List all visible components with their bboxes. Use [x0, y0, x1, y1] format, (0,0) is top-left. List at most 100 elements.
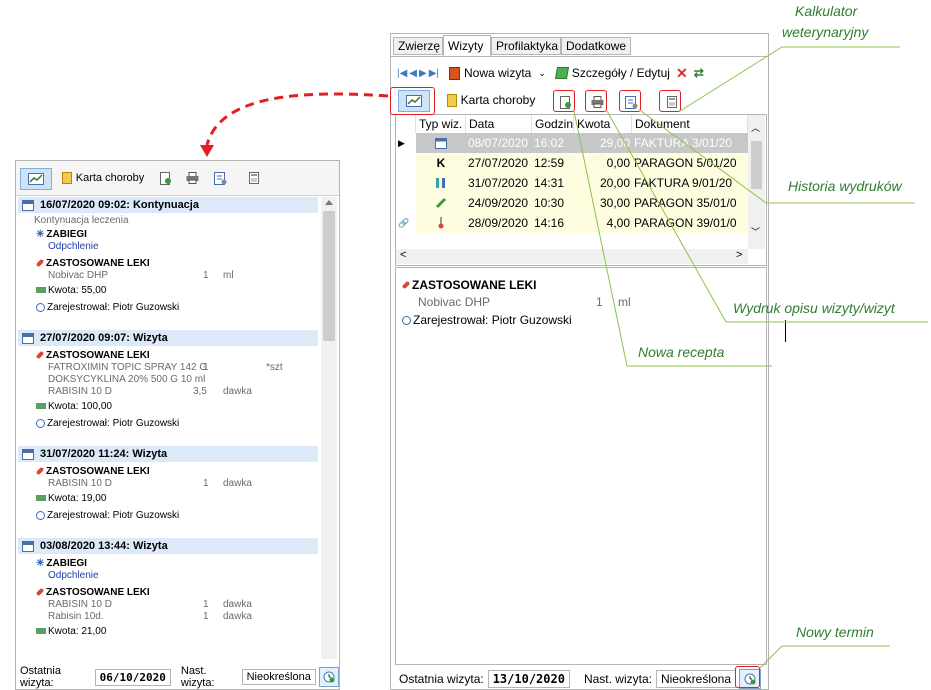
visit-header-label: 03/08/2020 13:44: Wizyta — [40, 540, 168, 552]
money-icon — [36, 495, 46, 502]
tab-profilaktyka[interactable]: Profilaktyka — [491, 37, 561, 55]
scroll-down-icon[interactable]: ﹀ — [751, 225, 760, 238]
grid-scroll-thumb[interactable] — [751, 141, 762, 189]
new-visit-dropdown-icon[interactable]: ⌄ — [538, 68, 546, 79]
calendar-icon — [22, 199, 34, 211]
scroll-left-icon[interactable]: < — [400, 249, 406, 261]
tab-zwierzę[interactable]: Zwierzę — [393, 37, 443, 55]
drug-row: RABISIN 10 D 3,5 dawka — [48, 386, 308, 398]
drug-name: Rabisin 10d. — [48, 611, 104, 622]
table-row[interactable]: 31/07/2020 14:31 20,00 FAKTURA 9/01/20 — [396, 173, 748, 193]
next-visit-combo[interactable]: Nieokreślona — [241, 669, 316, 685]
visit-history-scrollbar[interactable] — [321, 197, 337, 659]
registered-by: Zarejestrował: Piotr Guzowski — [36, 302, 179, 313]
new-prescription-button[interactable] — [158, 168, 174, 188]
tab-dodatkowe[interactable]: Dodatkowe — [561, 37, 631, 55]
visit-header[interactable]: 27/07/2020 09:07: Wizyta — [18, 330, 318, 346]
visit-history-panel: Karta choroby 16/07/2020 09:02: Kontynua… — [15, 160, 340, 690]
row-indicator-current: ▶ — [396, 133, 416, 153]
karta-choroby-button[interactable]: Karta choroby — [443, 90, 539, 110]
highlight-new-appointment — [735, 666, 760, 688]
visit-header-label: 27/07/2020 09:07: Wizyta — [40, 332, 168, 344]
cell-data: 24/09/2020 — [468, 196, 529, 210]
last-record-icon[interactable]: ▶| — [429, 68, 439, 79]
grid-header-3[interactable]: Godzina — [532, 115, 574, 133]
next-record-icon[interactable]: ▶ — [419, 68, 427, 79]
scrollbar-thumb[interactable] — [323, 211, 335, 341]
calculator-button[interactable] — [246, 168, 262, 188]
scroll-up-arrow[interactable] — [325, 200, 333, 205]
table-row[interactable]: 🔗 28/09/2020 14:16 4,00 PARAGON 39/01/0 — [396, 213, 748, 233]
cell-data: 31/07/2020 — [468, 176, 529, 190]
procedure-icon: ✳ — [36, 229, 45, 240]
grid-header-2[interactable]: Data — [466, 115, 532, 133]
drug-unit: ml — [223, 270, 234, 281]
procedure-item: Odpchlenie — [48, 241, 99, 252]
table-row[interactable]: 24/09/2020 10:30 30,00 PARAGON 35/01/0 — [396, 193, 748, 213]
highlight-calculator — [659, 90, 681, 112]
drug-name: RABISIN 10 D — [48, 386, 112, 397]
print-button[interactable] — [184, 168, 200, 188]
visit-history-list: 16/07/2020 09:02: Kontynuacja Kontynuacja… — [18, 197, 321, 659]
registered-by-label: Zarejestrował: Piotr Guzowski — [47, 510, 180, 521]
cell-kwota: 30,00 — [599, 196, 630, 210]
karta-icon — [61, 172, 72, 184]
visit-toolbar: |◀ ◀ ▶ ▶| Nowa wizyta ⌄ Szczegóły / Edyt… — [397, 64, 704, 82]
vials-icon — [416, 173, 466, 193]
pill-icon — [35, 351, 45, 360]
section-label: ZASTOSOWANE LEKI — [46, 350, 150, 361]
first-record-icon[interactable]: |◀ — [397, 68, 407, 79]
detail-drug-name: Nobivac DHP — [418, 295, 491, 309]
grid-header-5[interactable]: Dokument — [632, 115, 748, 133]
details-edit-button[interactable]: Szczegóły / Edytuj — [554, 66, 670, 80]
next-visit-label: Nast. wizyta: — [583, 672, 652, 686]
visit-header[interactable]: 03/08/2020 13:44: Wizyta — [18, 538, 318, 554]
delete-icon[interactable]: ✕ — [676, 65, 688, 82]
table-row[interactable]: ▶ 08/07/2020 16:02 29,00 FAKTURA 3/01/20 — [396, 133, 748, 153]
new-appointment-button[interactable] — [318, 667, 339, 687]
drug-qty: 1 — [203, 270, 209, 281]
print-history-button[interactable] — [212, 168, 228, 188]
next-visit-combo[interactable]: Nieokreślona — [655, 670, 737, 688]
table-row[interactable]: K 27/07/2020 12:59 0,00 PARAGON 5/01/20 — [396, 153, 748, 173]
cell-godzina: 12:59 — [534, 156, 565, 170]
drug-name: RABISIN 10 D — [48, 599, 112, 610]
left-footer: Ostatnia wizyta: 06/10/2020 Nast. wizyta… — [20, 665, 339, 689]
grid-header-1[interactable]: Typ wiz. — [416, 115, 466, 133]
drug-unit: dawka — [223, 599, 252, 610]
visit-amount: Kwota: 100,00 — [36, 401, 112, 412]
visit-detail-pane: ZASTOSOWANE LEKI Nobivac DHP 1 ml Zareje… — [395, 267, 767, 665]
details-edit-label: Szczegóły / Edytuj — [571, 66, 670, 80]
scroll-right-icon[interactable]: > — [736, 249, 742, 261]
tab-wizyty[interactable]: Wizyty — [443, 35, 491, 56]
karta-choroby-label: Karta choroby — [460, 93, 536, 107]
new-visit-button[interactable]: Nowa wizyta — [449, 66, 531, 80]
prev-record-icon[interactable]: ◀ — [409, 68, 417, 79]
amount-label: Kwota: 21,00 — [48, 626, 107, 637]
callout-kalkulator-2: weterynaryjny — [782, 24, 869, 40]
drug-qty: 1 — [203, 362, 209, 373]
visit-header[interactable]: 31/07/2020 11:24: Wizyta — [18, 446, 318, 462]
visit-amount: Kwota: 55,00 — [36, 285, 106, 296]
visits-grid: Typ wiz.DataGodzinaKwotaDokument ▶ 08/07/… — [395, 114, 767, 266]
karta-choroby-button[interactable]: Karta choroby — [60, 168, 146, 188]
chart-view-button[interactable] — [20, 168, 52, 190]
refresh-icon[interactable]: ⇄ — [694, 66, 704, 80]
last-visit-value: 06/10/2020 — [94, 668, 171, 686]
section-label: ZABIEGI — [46, 229, 87, 240]
drug-name: DOKSYCYKLINA 20% 500 G 10 ml — [48, 374, 206, 385]
syringe-icon — [416, 193, 466, 213]
scroll-up-icon[interactable]: ︿ — [751, 121, 760, 134]
drug-unit: *szt — [266, 362, 283, 373]
registered-by-label: Zarejestrował: Piotr Guzowski — [47, 418, 180, 429]
drug-unit: dawka — [223, 611, 252, 622]
print-history-icon — [213, 171, 226, 185]
cell-kwota: 0,00 — [606, 156, 630, 170]
cell-dokument: FAKTURA 3/01/20 — [634, 136, 733, 150]
last-visit-label: Ostatnia wizyta: — [399, 672, 484, 686]
grid-vscrollbar[interactable]: ︿ ﹀ — [748, 115, 765, 249]
drug-qty: 3,5 — [193, 386, 207, 397]
grid-hscrollbar[interactable]: < > — [396, 249, 748, 264]
visit-header[interactable]: 16/07/2020 09:02: Kontynuacja — [18, 197, 318, 213]
grid-header-4[interactable]: Kwota — [574, 115, 632, 133]
